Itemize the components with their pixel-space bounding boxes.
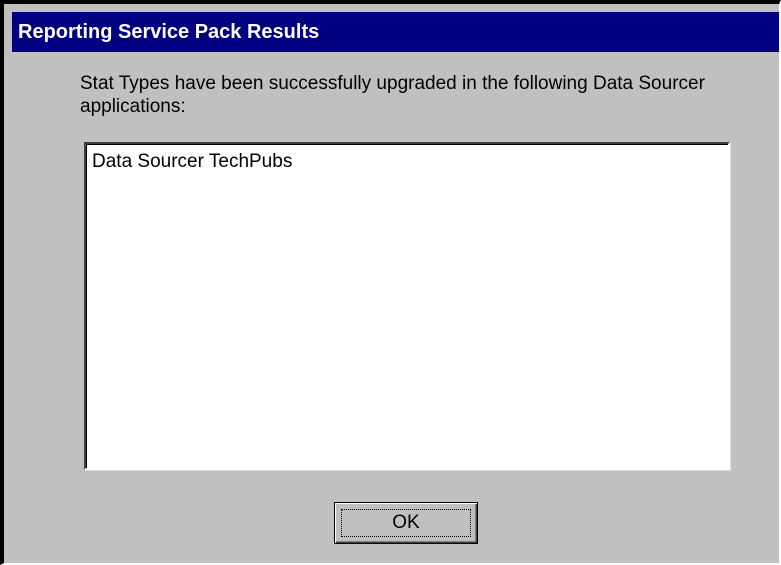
dialog-title-bar[interactable]: Reporting Service Pack Results xyxy=(12,12,779,52)
results-dialog: Reporting Service Pack Results Stat Type… xyxy=(0,0,781,565)
applications-listbox[interactable]: Data Sourcer TechPubs xyxy=(84,142,730,470)
result-message: Stat Types have been successfully upgrad… xyxy=(80,73,705,117)
dialog-title: Reporting Service Pack Results xyxy=(18,21,320,43)
ok-button[interactable]: OK xyxy=(334,502,478,544)
ok-button-label: OK xyxy=(341,509,471,537)
list-item[interactable]: Data Sourcer TechPubs xyxy=(86,144,728,174)
